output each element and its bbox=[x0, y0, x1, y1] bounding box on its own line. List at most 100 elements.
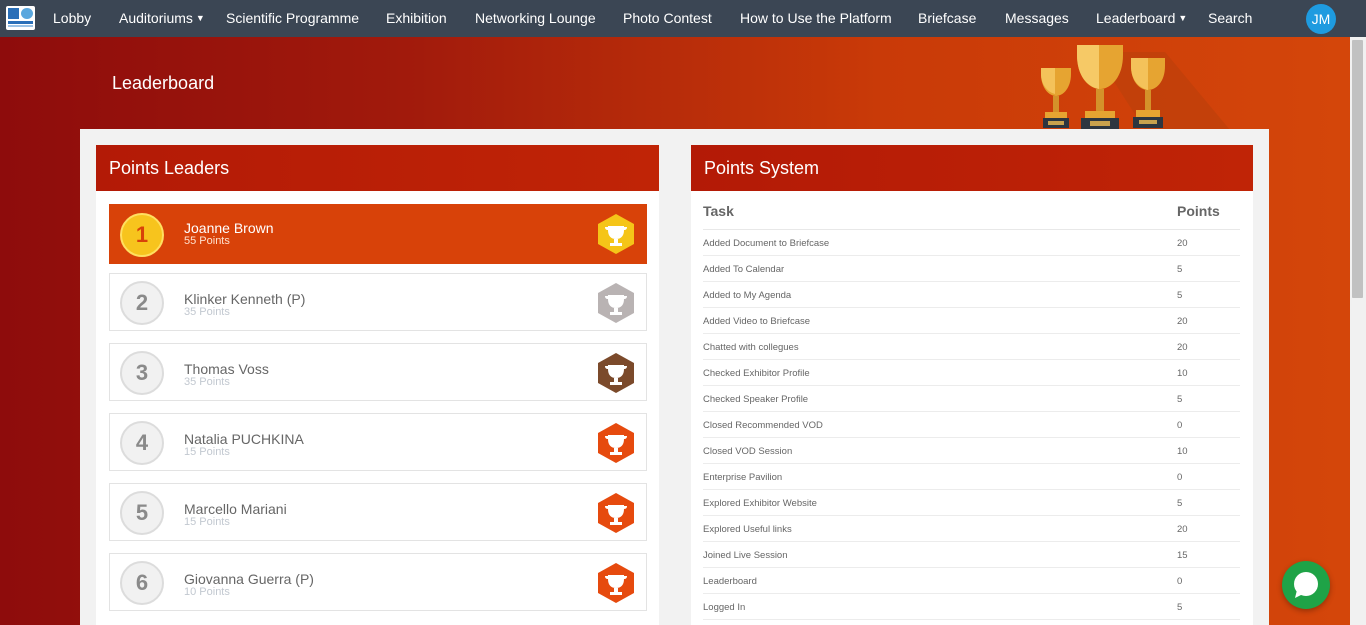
task-cell: Closed Recommended VOD bbox=[703, 420, 823, 431]
task-cell: Explored Exhibitor Website bbox=[703, 498, 817, 509]
trophy-icon bbox=[598, 353, 634, 393]
leader-name: Thomas Voss bbox=[184, 361, 269, 377]
table-row: Leaderboard 0 bbox=[703, 568, 1240, 594]
points-system-panel: Points System Task Points Added Document… bbox=[691, 145, 1253, 625]
table-row: Added Document to Briefcase 20 bbox=[703, 230, 1240, 256]
points-table: Task Points Added Document to Briefcase 2… bbox=[703, 191, 1240, 620]
leader-points: 35 Points bbox=[184, 376, 230, 388]
chat-bubble-icon bbox=[1294, 572, 1318, 598]
chat-button[interactable] bbox=[1282, 561, 1330, 609]
nav-item-label: Exhibition bbox=[386, 10, 447, 26]
trophy-icon bbox=[598, 563, 634, 603]
points-cell: 0 bbox=[1177, 472, 1183, 483]
nav-item-briefcase[interactable]: Briefcase bbox=[918, 0, 976, 37]
leader-points: 55 Points bbox=[184, 235, 230, 247]
table-row: Checked Exhibitor Profile 10 bbox=[703, 360, 1240, 386]
nav-item-networking-lounge[interactable]: Networking Lounge bbox=[475, 0, 596, 37]
leader-row[interactable]: 2 Klinker Kenneth (P) 35 Points bbox=[109, 273, 647, 331]
leader-points: 10 Points bbox=[184, 586, 230, 598]
table-row: Enterprise Pavilion 0 bbox=[703, 464, 1240, 490]
points-cell: 5 bbox=[1177, 264, 1183, 275]
caret-down-icon: ▼ bbox=[195, 13, 205, 23]
nav-item-exhibition[interactable]: Exhibition bbox=[386, 0, 447, 37]
leader-name: Joanne Brown bbox=[184, 220, 274, 236]
leader-points: 15 Points bbox=[184, 446, 230, 458]
rank-badge: 1 bbox=[120, 213, 164, 257]
page-title: Leaderboard bbox=[112, 73, 215, 93]
nav-item-lobby[interactable]: Lobby bbox=[53, 0, 91, 37]
points-cell: 10 bbox=[1177, 446, 1188, 457]
nav-item-how-to-use-the-platform[interactable]: How to Use the Platform bbox=[740, 0, 892, 37]
nav-item-label: Photo Contest bbox=[623, 10, 712, 26]
nav-item-auditoriums[interactable]: Auditoriums ▼ bbox=[119, 0, 205, 37]
scrollbar-thumb[interactable] bbox=[1352, 40, 1363, 298]
leader-row[interactable]: 6 Giovanna Guerra (P) 10 Points bbox=[109, 553, 647, 611]
points-cell: 10 bbox=[1177, 368, 1188, 379]
user-avatar[interactable]: JM bbox=[1306, 4, 1336, 34]
table-row: Closed Recommended VOD 0 bbox=[703, 412, 1240, 438]
task-cell: Added to My Agenda bbox=[703, 290, 792, 301]
leader-row[interactable]: 3 Thomas Voss 35 Points bbox=[109, 343, 647, 401]
nav-item-label: Briefcase bbox=[918, 10, 977, 26]
points-cell: 20 bbox=[1177, 524, 1188, 535]
task-cell: Explored Useful links bbox=[703, 524, 792, 535]
rank-badge: 5 bbox=[120, 491, 164, 535]
nav-item-messages[interactable]: Messages bbox=[1005, 0, 1069, 37]
task-cell: Joined Live Session bbox=[703, 550, 788, 561]
nav-item-label: Networking Lounge bbox=[475, 10, 596, 26]
points-leaders-title: Points Leaders bbox=[96, 145, 659, 191]
nav-item-label: Scientific Programme bbox=[226, 10, 360, 26]
table-row: Added To Calendar 5 bbox=[703, 256, 1240, 282]
points-cell: 15 bbox=[1177, 550, 1188, 561]
leader-row[interactable]: 4 Natalia PUCHKINA 15 Points bbox=[109, 413, 647, 471]
nav-item-scientific-programme[interactable]: Scientific Programme bbox=[226, 0, 359, 37]
points-leaders-panel: Points Leaders 1 Joanne Brown 55 Points 2 Kl… bbox=[96, 145, 659, 625]
task-cell: Closed VOD Session bbox=[703, 446, 793, 457]
leader-row[interactable]: 5 Marcello Mariani 15 Points bbox=[109, 483, 647, 541]
points-cell: 5 bbox=[1177, 290, 1183, 301]
rank-badge: 3 bbox=[120, 351, 164, 395]
points-cell: 5 bbox=[1177, 498, 1183, 509]
task-cell: Added To Calendar bbox=[703, 264, 785, 275]
nav-item-photo-contest[interactable]: Photo Contest bbox=[623, 0, 712, 37]
table-row: Added to My Agenda 5 bbox=[703, 282, 1240, 308]
nav-item-search[interactable]: Search bbox=[1208, 0, 1252, 37]
trophy-icon bbox=[598, 283, 634, 323]
leader-points: 35 Points bbox=[184, 306, 230, 318]
task-column-header: Task bbox=[703, 203, 734, 219]
top-navbar: Lobby Auditoriums ▼ Scientific Programme Exh… bbox=[0, 0, 1366, 37]
event-logo-icon[interactable] bbox=[6, 6, 35, 30]
points-cell: 20 bbox=[1177, 316, 1188, 327]
leader-row[interactable]: 1 Joanne Brown 55 Points bbox=[109, 204, 647, 264]
task-cell: Logged In bbox=[703, 602, 746, 613]
nav-item-label: Search bbox=[1208, 10, 1253, 26]
table-row: Explored Useful links 20 bbox=[703, 516, 1240, 542]
trophy-icon bbox=[598, 423, 634, 463]
points-cell: 0 bbox=[1177, 576, 1183, 587]
rank-badge: 6 bbox=[120, 561, 164, 605]
nav-item-label: Leaderboard bbox=[1096, 10, 1176, 26]
points-system-title: Points System bbox=[691, 145, 1253, 191]
task-cell: Leaderboard bbox=[703, 576, 757, 587]
table-row: Checked Speaker Profile 5 bbox=[703, 386, 1240, 412]
trophy-icon bbox=[598, 493, 634, 533]
points-cell: 5 bbox=[1177, 394, 1183, 405]
table-row: Added Video to Briefcase 20 bbox=[703, 308, 1240, 334]
task-cell: Checked Speaker Profile bbox=[703, 394, 809, 405]
rank-badge: 2 bbox=[120, 281, 164, 325]
table-row: Logged In 5 bbox=[703, 594, 1240, 620]
leader-name: Klinker Kenneth (P) bbox=[184, 291, 306, 307]
nav-item-leaderboard[interactable]: Leaderboard ▼ bbox=[1096, 0, 1187, 37]
nav-item-label: Messages bbox=[1005, 10, 1069, 26]
task-cell: Chatted with collegues bbox=[703, 342, 799, 353]
points-cell: 5 bbox=[1177, 602, 1183, 613]
leader-name: Marcello Mariani bbox=[184, 501, 287, 517]
table-row: Joined Live Session 15 bbox=[703, 542, 1240, 568]
points-cell: 20 bbox=[1177, 342, 1188, 353]
rank-badge: 4 bbox=[120, 421, 164, 465]
nav-item-label: How to Use the Platform bbox=[740, 10, 892, 26]
trophy-icon bbox=[598, 214, 634, 254]
points-cell: 20 bbox=[1177, 238, 1188, 249]
table-header: Task Points bbox=[703, 191, 1240, 230]
table-row: Chatted with collegues 20 bbox=[703, 334, 1240, 360]
